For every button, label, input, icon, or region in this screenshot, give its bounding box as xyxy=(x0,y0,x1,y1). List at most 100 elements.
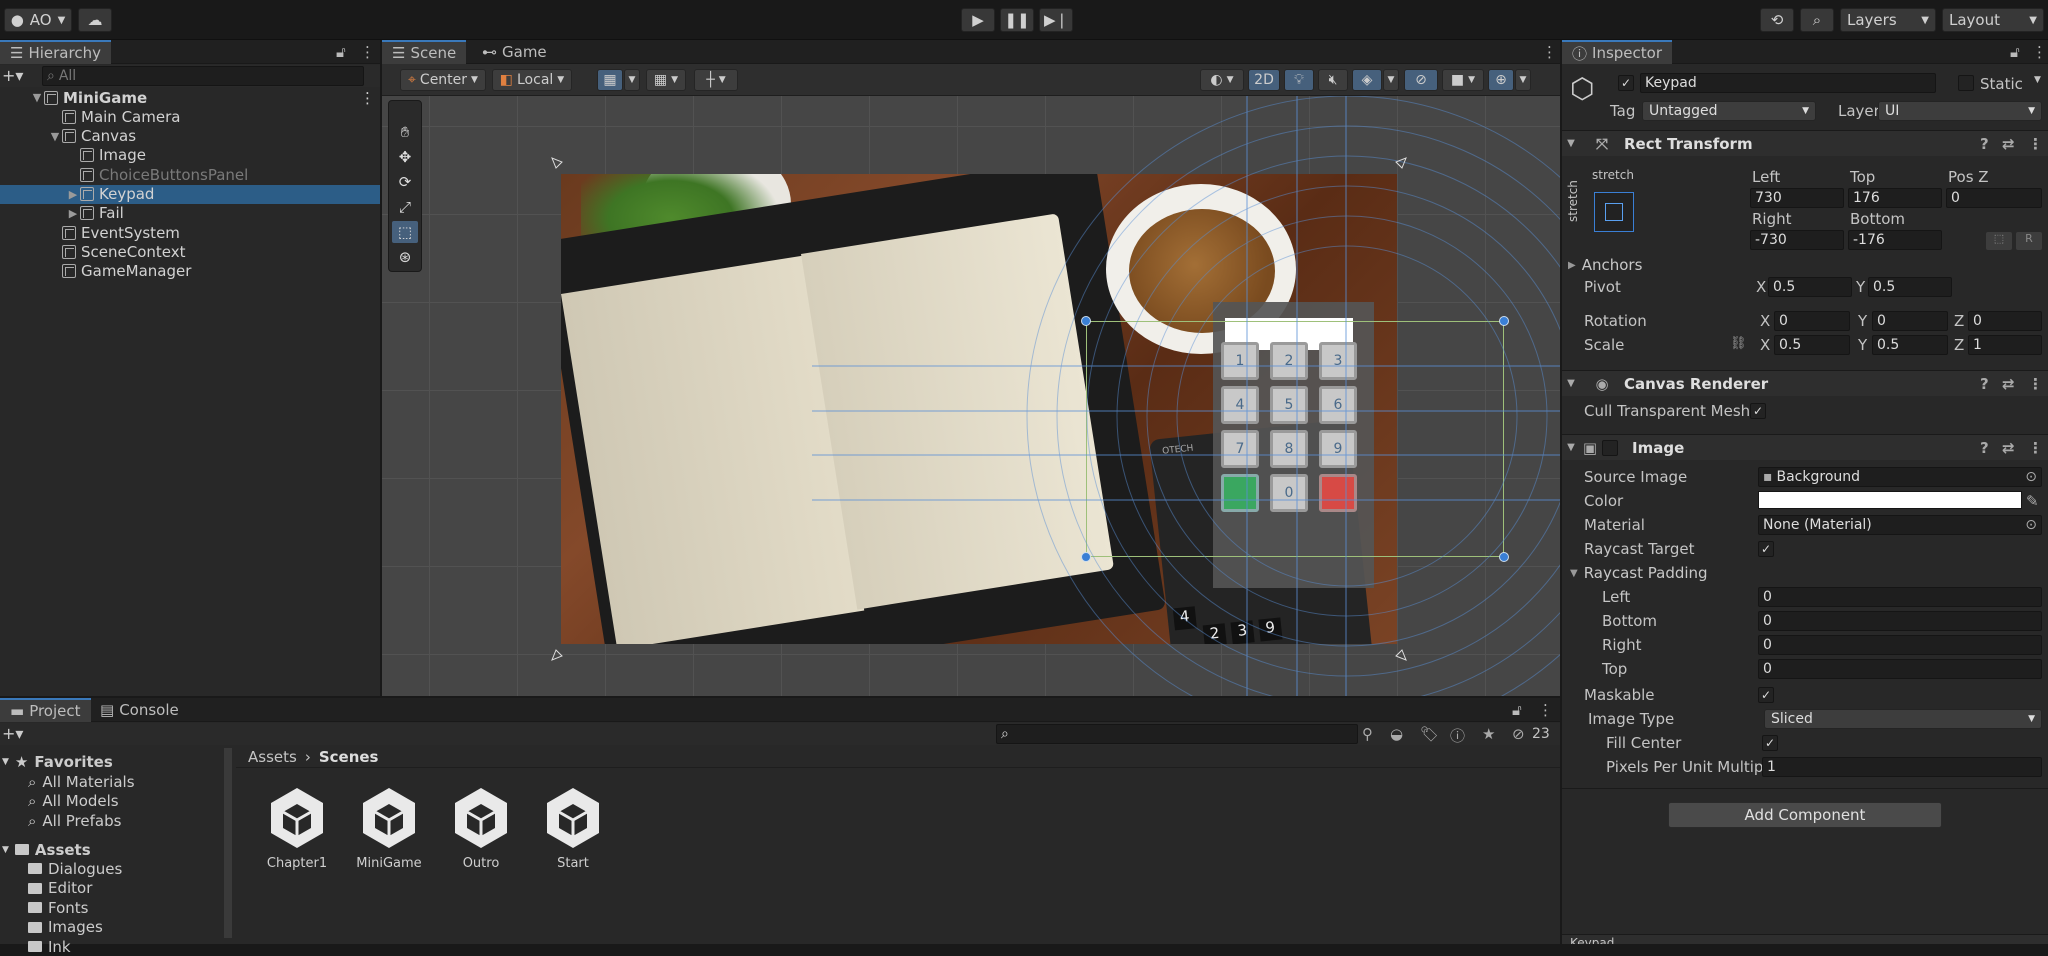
hierarchy-item[interactable]: EventSystem xyxy=(0,223,380,242)
kebab-menu-icon[interactable]: ⋮ xyxy=(2032,43,2047,61)
rotation-x-field[interactable]: 0 xyxy=(1774,311,1850,331)
scene-asset[interactable]: Outro xyxy=(441,786,521,876)
static-checkbox[interactable] xyxy=(1958,75,1974,91)
layer-dropdown[interactable]: UI ▼ xyxy=(1878,101,2042,121)
fill-center-checkbox[interactable]: ✓ xyxy=(1762,735,1778,751)
active-checkbox[interactable]: ✓ xyxy=(1618,75,1634,91)
transform-tool-icon[interactable]: ⊛ xyxy=(392,246,418,268)
lock-icon[interactable]: 🔓︎ xyxy=(336,43,346,61)
material-field[interactable]: None (Material) ⊙ xyxy=(1758,515,2042,535)
hierarchy-item[interactable]: SceneContext xyxy=(0,242,380,261)
kebab-menu-icon[interactable]: ⋮ xyxy=(2028,439,2043,457)
kebab-menu-icon[interactable]: ⋮ xyxy=(360,43,375,61)
scene-asset[interactable]: Start xyxy=(533,786,613,876)
label-icon[interactable]: 🏷︎ xyxy=(1420,725,1439,743)
object-picker-icon[interactable]: ⊙ xyxy=(2025,517,2037,533)
rect-transform-header[interactable]: ▼ ⤧ Rect Transform ? ⇄ ⋮ xyxy=(1562,130,2048,156)
help-icon[interactable]: ? xyxy=(1980,375,1989,393)
move-tool-icon[interactable]: ✥ xyxy=(392,146,418,168)
scene-asset[interactable]: MiniGame xyxy=(349,786,429,876)
asset-folder[interactable]: Dialogues xyxy=(28,859,122,878)
pivot-y-field[interactable]: 0.5 xyxy=(1868,277,1952,297)
warning-icon[interactable]: ⓘ xyxy=(1450,725,1465,746)
chevron-right-icon[interactable]: ▶ xyxy=(66,188,80,201)
audio-toggle-button[interactable]: 🔇︎ xyxy=(1318,69,1348,91)
hidden-objects-toggle-button[interactable]: ⊘ xyxy=(1404,69,1438,91)
add-icon[interactable]: +▾ xyxy=(2,724,23,743)
help-icon[interactable]: ? xyxy=(1980,439,1989,457)
favorites-entry[interactable]: ⌕ All Models xyxy=(28,792,119,811)
pivot-mode-dropdown[interactable]: ⌖ Center ▼ xyxy=(400,69,486,91)
lock-icon[interactable]: 🔓︎ xyxy=(1512,701,1522,719)
breadcrumb-current[interactable]: Scenes xyxy=(319,748,379,766)
help-icon[interactable]: ? xyxy=(1980,135,1989,153)
tree-scrollbar[interactable] xyxy=(224,748,232,938)
kebab-menu-icon[interactable]: ⋮ xyxy=(2028,375,2043,393)
tab-console[interactable]: ▤ Console xyxy=(90,698,189,722)
gizmos-dropdown[interactable]: ▼ xyxy=(1515,69,1531,91)
padding-top-field[interactable]: 0 xyxy=(1758,659,2042,679)
hand-tool-icon[interactable]: ✋︎ xyxy=(392,121,418,143)
step-button[interactable]: ▶❘ xyxy=(1039,8,1073,32)
favorites-entry[interactable]: ⌕ All Prefabs xyxy=(28,811,121,830)
chevron-right-icon[interactable]: ▶ xyxy=(66,207,80,220)
scale-z-field[interactable]: 1 xyxy=(1968,335,2042,355)
tab-hierarchy[interactable]: ☰ Hierarchy xyxy=(0,40,111,64)
rotation-y-field[interactable]: 0 xyxy=(1872,311,1948,331)
space-mode-dropdown[interactable]: ◧ Local ▼ xyxy=(492,69,572,91)
padding-right-field[interactable]: 0 xyxy=(1758,635,2042,655)
gizmos-button[interactable]: ⊕ xyxy=(1488,69,1514,91)
pivot-x-field[interactable]: 0.5 xyxy=(1768,277,1852,297)
increment-snap-button[interactable]: ┼ ▼ xyxy=(694,69,738,91)
effects-toggle-button[interactable]: ◈ xyxy=(1352,69,1382,91)
maskable-checkbox[interactable]: ✓ xyxy=(1758,687,1774,703)
bottom-field[interactable]: -176 xyxy=(1848,230,1942,250)
tab-inspector[interactable]: ⓘ Inspector xyxy=(1562,40,1672,64)
left-field[interactable]: 730 xyxy=(1750,188,1844,208)
scene-asset[interactable]: Chapter1 xyxy=(257,786,337,876)
hierarchy-item[interactable]: ChoiceButtonsPanel xyxy=(0,165,380,184)
kebab-menu-icon[interactable]: ⋮ xyxy=(1538,701,1553,719)
project-search-input[interactable]: ⌕ xyxy=(996,724,1358,744)
hidden-packages-icon[interactable]: ⊘ xyxy=(1512,725,1525,743)
raw-edit-button[interactable]: R xyxy=(2016,232,2042,250)
rotate-tool-icon[interactable]: ⟳ xyxy=(392,171,418,193)
object-picker-icon[interactable]: ⊙ xyxy=(2025,469,2037,485)
grid-snap-dropdown[interactable]: ▼ xyxy=(624,69,640,91)
asset-folder[interactable]: Images xyxy=(28,918,103,937)
tab-game[interactable]: ⊷ Game xyxy=(472,40,557,64)
grid-snap-button[interactable]: ▦ xyxy=(597,69,623,91)
favorites-item[interactable]: ▼ ★ Favorites xyxy=(2,752,113,771)
kebab-menu-icon[interactable]: ⋮ xyxy=(360,89,375,107)
search-button[interactable]: ⌕ xyxy=(1800,8,1834,32)
asset-folder[interactable]: Editor xyxy=(28,879,92,898)
breadcrumb-root[interactable]: Assets xyxy=(248,748,297,766)
ppu-field[interactable]: 1 xyxy=(1762,757,2042,777)
source-image-field[interactable]: ▪ Background ⊙ xyxy=(1758,467,2042,487)
add-component-button[interactable]: Add Component xyxy=(1668,802,1942,828)
hierarchy-item[interactable]: Image xyxy=(0,146,380,165)
preset-icon[interactable]: ⇄ xyxy=(2002,135,2015,153)
asset-folder[interactable]: Ink xyxy=(28,937,71,956)
assets-item[interactable]: ▼ Assets xyxy=(2,840,91,859)
link-icon[interactable]: ⛓ xyxy=(1730,336,1747,351)
account-dropdown[interactable]: ● AO ▼ xyxy=(4,8,72,32)
canvas-renderer-header[interactable]: ▼ ◉ Canvas Renderer ? ⇄ ⋮ xyxy=(1562,370,2048,396)
raycast-padding-row[interactable]: ▼ Raycast Padding xyxy=(1570,562,2048,584)
image-header[interactable]: ▼ ▣ Image ? ⇄ ⋮ xyxy=(1562,434,2048,460)
camera-settings-button[interactable]: ■ ▼ xyxy=(1442,69,1484,91)
search-by-type-icon[interactable]: ⚲ xyxy=(1362,725,1373,743)
scale-y-field[interactable]: 0.5 xyxy=(1872,335,1948,355)
padding-left-field[interactable]: 0 xyxy=(1758,587,2042,607)
cull-checkbox[interactable]: ✓ xyxy=(1750,403,1766,419)
hierarchy-search-input[interactable]: ⌕ All xyxy=(42,66,364,86)
rect-tool-icon[interactable]: ⬚ xyxy=(392,221,418,243)
preset-icon[interactable]: ⇄ xyxy=(2002,375,2015,393)
shading-mode-button[interactable]: ◐ ▼ xyxy=(1200,69,1244,91)
chevron-down-icon[interactable]: ▼ xyxy=(2034,75,2041,85)
hierarchy-item[interactable]: ▼ MiniGame ⋮ xyxy=(0,88,380,107)
filter-icon[interactable]: ◒ xyxy=(1390,725,1403,743)
hierarchy-item[interactable]: ▶ Keypad xyxy=(0,184,380,204)
tab-project[interactable]: ▬ Project xyxy=(0,698,91,722)
scale-x-field[interactable]: 0.5 xyxy=(1774,335,1850,355)
